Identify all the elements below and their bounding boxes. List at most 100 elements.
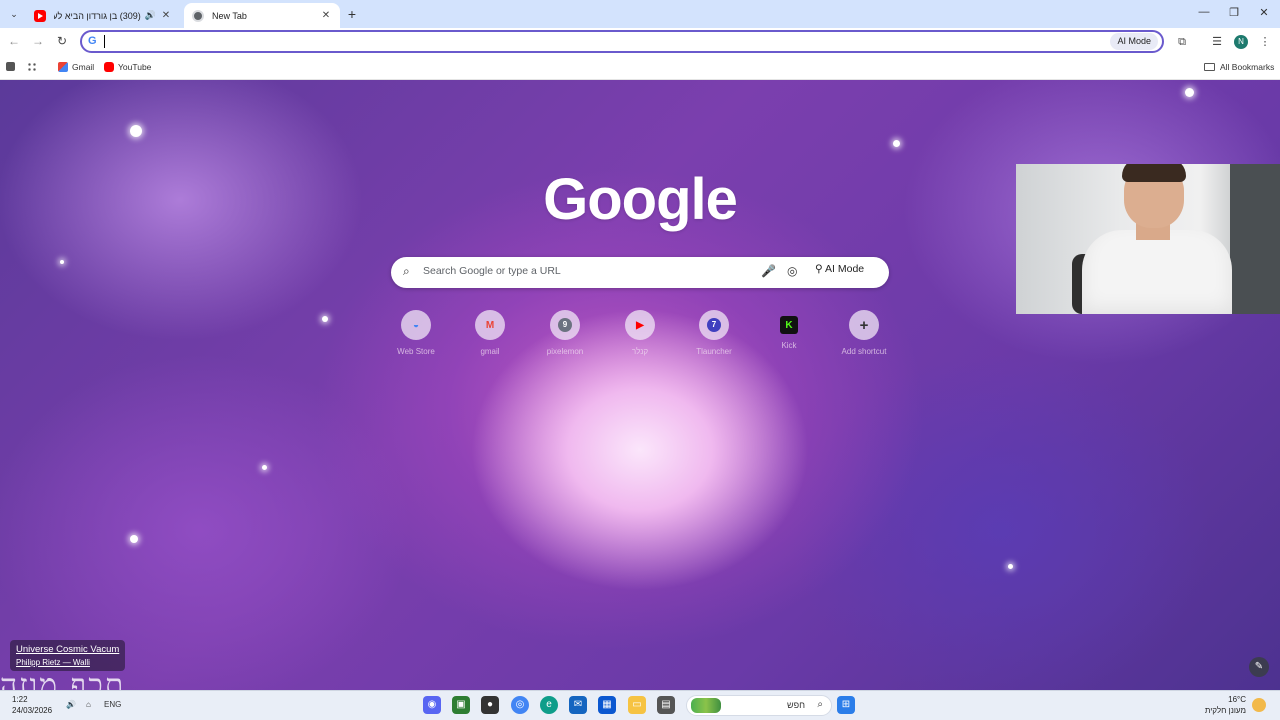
shortcut-tlauncher[interactable]: 7 Tlauncher (682, 310, 746, 356)
plus-icon: + (849, 310, 879, 340)
star-decoration (1185, 88, 1194, 97)
steam-icon[interactable]: ● (481, 696, 499, 714)
youtube-icon (104, 62, 114, 72)
background-author-link[interactable]: Philipp Rietz — Walli (16, 658, 119, 667)
microphone-icon[interactable]: 🎤 (761, 264, 776, 278)
tab-strip: ⌄ (309) בן גורדון הביא לעודד נ 🔊 ✕ New T… (0, 0, 1280, 28)
shortcut-label: pixelemon (546, 347, 584, 356)
customize-pencil-icon[interactable]: ✎ (1249, 657, 1269, 677)
clock-date: 24/03/2026 (12, 706, 53, 715)
all-bookmarks-label: All Bookmarks (1220, 62, 1275, 72)
tab-new-tab[interactable]: New Tab ✕ (184, 3, 340, 28)
network-icon[interactable]: ⌂ (86, 700, 91, 709)
bookmark-gmail[interactable]: Gmail (58, 62, 94, 72)
web-store-icon: ◒ (401, 310, 431, 340)
gmail-icon: M (475, 310, 505, 340)
overlay-watermark-text: תכף מוזה (0, 668, 126, 690)
nvidia-icon[interactable]: ▣ (452, 696, 470, 714)
pixelemon-icon: 9 (550, 310, 580, 340)
youtube-icon (34, 9, 46, 22)
add-shortcut-button[interactable]: + Add shortcut (832, 310, 896, 356)
background-title-link[interactable]: Universe Cosmic Vacum (16, 644, 119, 655)
shortcut-label: Kick (781, 341, 797, 350)
kick-icon: K (780, 316, 798, 334)
search-icon: ⌕ (403, 264, 410, 278)
bookmark-label: YouTube (118, 62, 152, 72)
star-decoration (262, 465, 267, 470)
shortcut-label: קנלר (631, 347, 649, 356)
star-decoration (322, 316, 328, 322)
volume-icon[interactable]: 🔊 (66, 700, 76, 709)
tab-close-button[interactable]: ✕ (160, 10, 172, 21)
shortcut-label: Tlauncher (696, 347, 732, 356)
browser-toolbar: ← → ↻ G AI Mode ⧉ ☰ ⋮ (0, 28, 1280, 56)
shortcut-youtube[interactable]: ▶ קנלר (608, 310, 672, 356)
tab-title: (309) בן גורדון הביא לעודד נ (54, 10, 141, 21)
weather-temp: 16°C (1228, 695, 1246, 704)
gmail-icon (58, 62, 68, 72)
ai-mode-button[interactable]: ⚲ AI Mode (815, 263, 864, 275)
background-credit[interactable]: Universe Cosmic Vacum Philipp Rietz — Wa… (10, 640, 126, 671)
store-icon[interactable]: ▦ (598, 696, 616, 714)
clock[interactable]: 1:22 24/03/2026 (12, 694, 52, 716)
weather-desc: מעונן חלקית (1204, 706, 1246, 715)
media-controls-icon[interactable]: ☰ (1210, 35, 1224, 49)
windows-start-icon[interactable]: ⊞ (837, 696, 855, 714)
folder-icon (1204, 63, 1215, 71)
weather-widget[interactable]: 16°C מעונן חלקית (1202, 694, 1246, 716)
minimize-button[interactable]: — (1196, 6, 1212, 18)
star-decoration (1008, 564, 1013, 569)
ntp-search-box[interactable]: ⌕ 🎤 ◎ ⚲ AI Mode (391, 257, 889, 288)
back-button[interactable]: ← (6, 34, 22, 48)
file-explorer-icon[interactable]: ▭ (628, 696, 646, 714)
all-bookmarks-button[interactable]: All Bookmarks (1204, 62, 1274, 72)
edge-icon[interactable]: e (540, 696, 558, 714)
forward-button[interactable]: → (30, 34, 46, 48)
tab-close-button[interactable]: ✕ (320, 10, 332, 21)
extensions-icon[interactable]: ⧉ (1175, 35, 1189, 49)
reload-button[interactable]: ↻ (54, 34, 70, 48)
terminal-icon[interactable]: ▤ (657, 696, 675, 714)
star-decoration (60, 260, 64, 264)
star-decoration (130, 125, 142, 137)
address-bar[interactable]: G AI Mode (80, 30, 1164, 53)
apps-icon[interactable] (27, 62, 37, 72)
weather-sun-icon (1252, 698, 1266, 712)
discord-icon[interactable]: ◉ (423, 696, 441, 714)
tab-groups-icon[interactable] (6, 62, 15, 71)
restore-button[interactable]: ❐ (1226, 6, 1242, 19)
search-highlight-art (691, 698, 721, 713)
shortcut-pixelemon[interactable]: 9 pixelemon (533, 310, 597, 356)
google-lens-icon[interactable]: ◎ (787, 264, 797, 278)
new-tab-button[interactable]: + (344, 6, 360, 22)
taskbar-search[interactable]: חפש ⌕ (686, 695, 832, 716)
star-decoration (130, 535, 138, 543)
tlauncher-icon: 7 (699, 310, 729, 340)
search-input[interactable] (423, 265, 743, 277)
speaker-icon[interactable]: 🔊 (145, 10, 156, 21)
new-tab-page: Google ⌕ 🎤 ◎ ⚲ AI Mode ◒ Web Store M gma… (0, 80, 1280, 690)
chrome-taskbar-icon[interactable]: ◎ (511, 696, 529, 714)
outlook-icon[interactable]: ✉ (569, 696, 587, 714)
ai-mode-button[interactable]: AI Mode (1110, 33, 1158, 50)
language-indicator[interactable]: ENG (104, 700, 121, 709)
menu-icon[interactable]: ⋮ (1258, 35, 1272, 49)
ai-mode-label: AI Mode (825, 263, 865, 275)
shortcut-kick[interactable]: K Kick (757, 310, 821, 350)
bookmarks-bar: Gmail YouTube All Bookmarks (0, 56, 1280, 80)
shortcut-gmail[interactable]: M gmail (458, 310, 522, 356)
tab-search-button[interactable]: ⌄ (6, 6, 22, 22)
taskbar-search-placeholder: חפש (787, 700, 805, 710)
shortcut-web-store[interactable]: ◒ Web Store (384, 310, 448, 356)
windows-taskbar: 1:22 24/03/2026 🔊 ⌂ ENG ◉ ▣ ● ◎ e ✉ ▦ ▭ … (0, 690, 1280, 720)
tab-youtube[interactable]: (309) בן גורדון הביא לעודד נ 🔊 ✕ (26, 3, 180, 28)
window-close-button[interactable]: ✕ (1256, 6, 1272, 19)
chrome-icon (192, 9, 204, 22)
profile-avatar[interactable]: N (1234, 35, 1248, 49)
shortcut-label: Add shortcut (841, 347, 887, 356)
clock-time: 1:22 (12, 695, 28, 704)
bookmark-label: Gmail (72, 62, 95, 72)
bookmark-youtube[interactable]: YouTube (104, 62, 151, 72)
webcam-overlay (1016, 164, 1280, 314)
google-icon: G (88, 35, 97, 47)
